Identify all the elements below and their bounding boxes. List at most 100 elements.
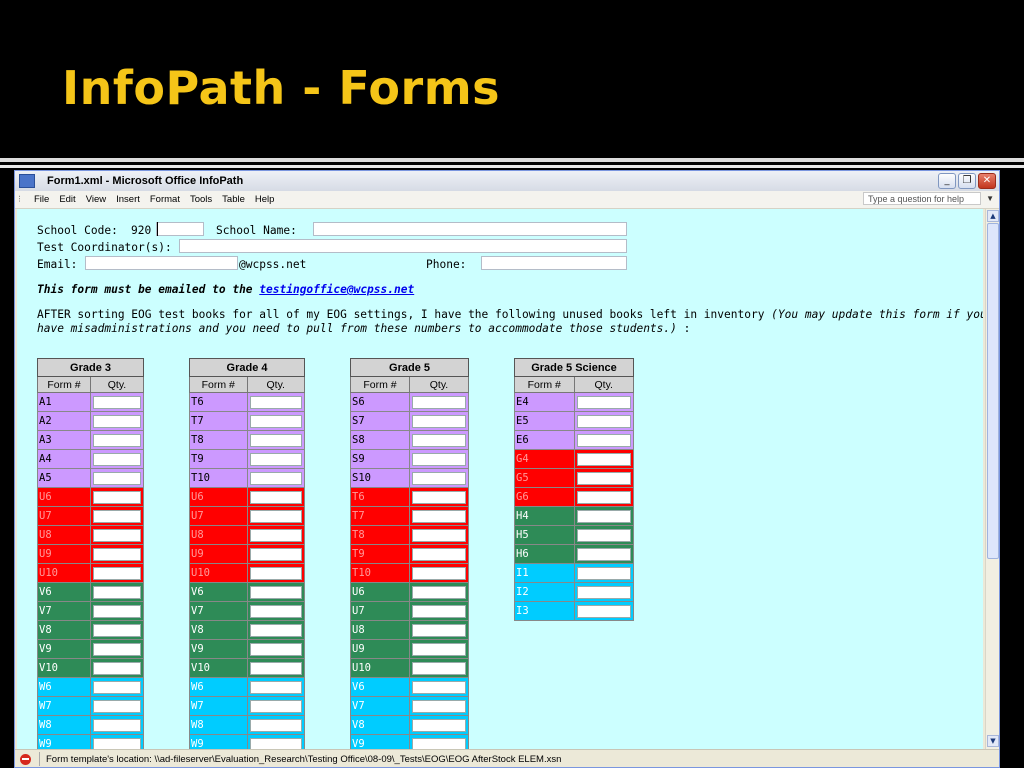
qty-input[interactable] [576,433,631,447]
qty-input[interactable] [412,623,466,637]
qty-input[interactable] [412,433,466,447]
qty-cell [246,677,305,697]
qty-input[interactable] [576,471,631,485]
help-dropdown-icon[interactable]: ▼ [986,194,994,203]
qty-input[interactable] [576,395,631,409]
qty-input[interactable] [249,452,302,466]
qty-input[interactable] [412,452,466,466]
qty-input[interactable] [93,452,141,466]
qty-input[interactable] [576,566,631,580]
qty-input[interactable] [412,699,466,713]
qty-input[interactable] [93,737,141,749]
email-input[interactable] [85,256,238,270]
qty-input[interactable] [576,509,631,523]
qty-input[interactable] [576,490,631,504]
qty-input[interactable] [249,604,302,618]
qty-input[interactable] [249,528,302,542]
menu-view[interactable]: View [86,194,106,205]
menu-tools[interactable]: Tools [190,194,212,205]
qty-input[interactable] [576,585,631,599]
qty-input[interactable] [93,661,141,675]
qty-input[interactable] [249,623,302,637]
menu-insert[interactable]: Insert [116,194,140,205]
qty-input[interactable] [249,490,302,504]
menu-table[interactable]: Table [222,194,245,205]
qty-input[interactable] [412,547,466,561]
qty-input[interactable] [93,414,141,428]
qty-input[interactable] [412,642,466,656]
qty-input[interactable] [412,661,466,675]
qty-input[interactable] [576,604,631,618]
minimize-button[interactable]: _ [938,173,956,189]
qty-input[interactable] [249,433,302,447]
close-button[interactable]: ✕ [978,173,996,189]
qty-input[interactable] [412,395,466,409]
phone-input[interactable] [481,256,627,270]
qty-input[interactable] [412,737,466,749]
menu-help[interactable]: Help [255,194,275,205]
qty-input[interactable] [249,585,302,599]
menu-edit[interactable]: Edit [59,194,75,205]
qty-input[interactable] [93,585,141,599]
qty-input[interactable] [412,471,466,485]
infopath-app-icon[interactable] [19,174,35,188]
qty-input[interactable] [93,623,141,637]
qty-input[interactable] [412,414,466,428]
toolbar-grip-icon[interactable]: ⁝ [18,194,24,205]
qty-input[interactable] [249,509,302,523]
school-code-input[interactable] [156,222,204,236]
qty-input[interactable] [249,661,302,675]
qty-input[interactable] [249,737,302,749]
qty-input[interactable] [412,604,466,618]
qty-input[interactable] [412,585,466,599]
qty-input[interactable] [576,414,631,428]
qty-input[interactable] [93,471,141,485]
qty-input[interactable] [412,528,466,542]
qty-input[interactable] [576,547,631,561]
qty-input[interactable] [249,680,302,694]
help-search-input[interactable]: Type a question for help [863,192,981,205]
qty-input[interactable] [249,414,302,428]
scrollbar-thumb[interactable] [987,223,999,559]
qty-input[interactable] [93,718,141,732]
window-titlebar[interactable]: Form1.xml - Microsoft Office InfoPath _ … [15,171,999,191]
qty-input[interactable] [93,528,141,542]
form-number-cell: U9 [189,544,248,564]
scroll-down-icon[interactable]: ▼ [987,735,999,747]
school-name-input[interactable] [313,222,627,236]
table-row: W8 [189,715,305,735]
qty-input[interactable] [93,680,141,694]
restore-button[interactable]: ❐ [958,173,976,189]
qty-input[interactable] [249,471,302,485]
qty-input[interactable] [412,718,466,732]
qty-input[interactable] [576,528,631,542]
qty-input[interactable] [576,452,631,466]
qty-input[interactable] [412,680,466,694]
qty-input[interactable] [93,604,141,618]
qty-input[interactable] [412,566,466,580]
qty-input[interactable] [249,699,302,713]
qty-input[interactable] [249,566,302,580]
menu-format[interactable]: Format [150,194,180,205]
qty-input[interactable] [249,718,302,732]
qty-input[interactable] [93,642,141,656]
qty-input[interactable] [412,509,466,523]
qty-input[interactable] [412,490,466,504]
qty-cell [573,506,634,526]
vertical-scrollbar[interactable]: ▲ ▼ [985,209,999,749]
scroll-up-icon[interactable]: ▲ [987,210,999,222]
qty-input[interactable] [249,642,302,656]
qty-input[interactable] [93,566,141,580]
coordinator-input[interactable] [179,239,627,253]
qty-input[interactable] [249,547,302,561]
qty-input[interactable] [93,699,141,713]
menu-file[interactable]: File [34,194,49,205]
qty-input[interactable] [93,490,141,504]
qty-cell [409,506,469,526]
qty-input[interactable] [93,433,141,447]
notice-email-link[interactable]: testingoffice@wcpss.net [259,283,414,296]
qty-input[interactable] [93,395,141,409]
qty-input[interactable] [93,509,141,523]
qty-input[interactable] [93,547,141,561]
qty-input[interactable] [249,395,302,409]
